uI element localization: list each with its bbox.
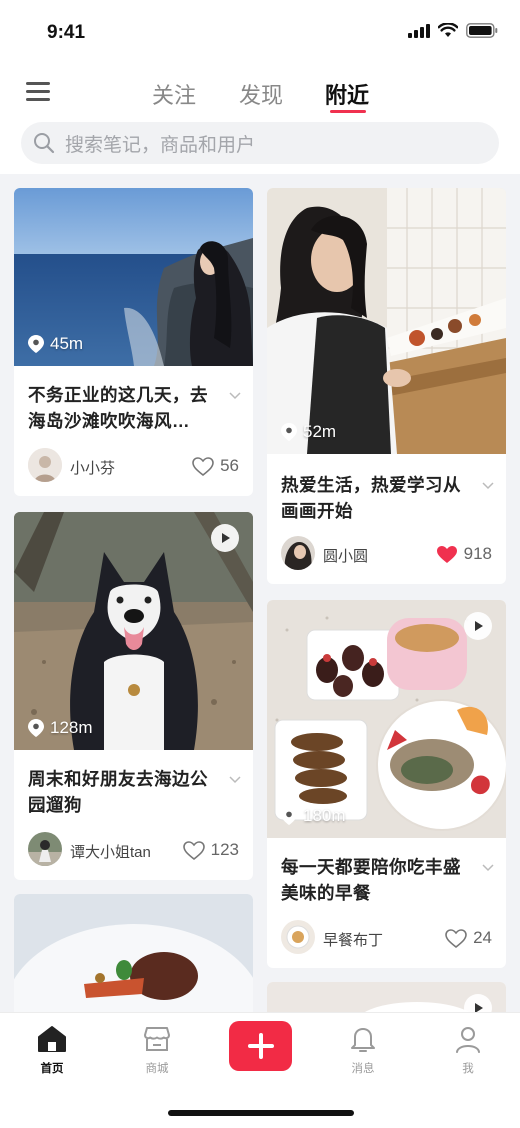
location-pin-icon [28, 335, 44, 353]
note-card[interactable]: 180m 每一天都要陪你吃丰盛美味的早餐 早餐布丁 24 [267, 600, 506, 968]
location-pin-icon [281, 807, 297, 825]
note-title[interactable]: 每一天都要陪你吃丰盛美味的早餐 [281, 854, 476, 906]
avatar[interactable] [28, 832, 62, 866]
like-count: 918 [463, 544, 492, 563]
like-count: 123 [210, 840, 239, 859]
steak-dish-photo [14, 894, 253, 1012]
chevron-down-icon[interactable] [229, 776, 241, 784]
wifi-icon [438, 23, 458, 37]
author-name[interactable]: 圆小圆 [323, 545, 368, 566]
signal-icon [408, 23, 430, 38]
painting-girl-photo [267, 188, 506, 454]
distance-text: 45m [50, 334, 84, 353]
home-indicator [168, 1110, 354, 1116]
tab-follow[interactable]: 关注 [152, 78, 196, 110]
avatar-image [28, 832, 62, 866]
bell-icon [351, 1028, 375, 1052]
tab-discover[interactable]: 发现 [239, 78, 283, 110]
like-count: 24 [473, 928, 492, 947]
tab-active-indicator [330, 110, 366, 113]
location-pin-icon [281, 423, 297, 441]
distance-text: 128m [50, 718, 93, 737]
note-card[interactable] [267, 982, 506, 1012]
video-play-button[interactable] [464, 612, 492, 640]
tab-home-label: 首页 [40, 1063, 64, 1075]
like-button[interactable]: 56 [192, 456, 239, 476]
create-post-button[interactable] [229, 1021, 292, 1071]
like-button[interactable]: 918 [436, 544, 492, 564]
distance-text: 180m [303, 806, 346, 825]
tab-messages-label: 消息 [351, 1063, 375, 1075]
note-card[interactable]: 128m 周末和好朋友去海边公园遛狗 谭大小姐tan 123 [14, 512, 253, 880]
play-icon [222, 533, 230, 543]
store-icon [144, 1027, 170, 1051]
like-count: 56 [220, 456, 239, 475]
heart-outline-icon [445, 928, 467, 948]
avatar-image [28, 448, 62, 482]
like-button[interactable]: 24 [445, 928, 492, 948]
note-title[interactable]: 周末和好朋友去海边公园遛狗 [28, 766, 223, 818]
tab-profile-label: 我 [462, 1063, 474, 1075]
distance-label: 180m [281, 806, 346, 826]
battery-icon [466, 23, 498, 38]
location-pin-icon [28, 719, 44, 737]
status-bar: 9:41 [0, 0, 520, 64]
top-nav: 关注 发现 附近 [0, 64, 520, 122]
note-image[interactable]: 45m [14, 188, 253, 366]
tab-store[interactable]: 商城 [122, 1025, 192, 1076]
heart-outline-icon [192, 456, 214, 476]
search-icon [34, 133, 55, 154]
heart-outline-icon [182, 840, 205, 860]
note-card[interactable] [14, 894, 253, 1012]
distance-label: 52m [281, 422, 336, 442]
avatar[interactable] [281, 536, 315, 570]
tab-home[interactable]: 首页 [17, 1025, 87, 1076]
play-icon [475, 621, 483, 631]
note-image[interactable] [14, 894, 253, 1012]
top-tabs: 关注 发现 附近 [0, 64, 520, 122]
plus-icon [247, 1033, 274, 1059]
status-icons [408, 23, 498, 38]
note-title[interactable]: 不务正业的这几天，去海岛沙滩吹吹海风… [28, 382, 223, 434]
search-placeholder: 搜索笔记，商品和用户 [65, 134, 256, 156]
chevron-down-icon[interactable] [482, 864, 494, 872]
status-time: 9:41 [47, 22, 86, 43]
profile-icon [456, 1027, 480, 1053]
tab-messages[interactable]: 消息 [328, 1025, 398, 1076]
home-icon [38, 1026, 66, 1052]
distance-text: 52m [303, 422, 337, 441]
heart-filled-icon [436, 545, 457, 563]
distance-label: 45m [28, 334, 83, 354]
note-image[interactable]: 180m [267, 600, 506, 838]
chevron-down-icon[interactable] [229, 392, 241, 400]
distance-label: 128m [28, 718, 93, 738]
author-name[interactable]: 小小芬 [70, 457, 115, 478]
avatar-image [281, 920, 315, 954]
note-title[interactable]: 热爱生活，热爱学习从画画开始 [281, 472, 476, 524]
tab-nearby[interactable]: 附近 [325, 78, 369, 110]
note-image[interactable]: 128m [14, 512, 253, 750]
play-icon [475, 1003, 483, 1012]
bottom-tab-bar: 首页 商城 消息 我 [0, 1012, 520, 1128]
nearby-feed[interactable]: 45m 不务正业的这几天，去海岛沙滩吹吹海风… 小小芬 56 52m 热爱生活，… [0, 174, 520, 1012]
tab-profile[interactable]: 我 [433, 1025, 503, 1076]
author-name[interactable]: 早餐布丁 [323, 929, 383, 950]
avatar-image [281, 536, 315, 570]
avatar[interactable] [28, 448, 62, 482]
note-card[interactable]: 52m 热爱生活，热爱学习从画画开始 圆小圆 918 [267, 188, 506, 584]
video-play-button[interactable] [211, 524, 239, 552]
author-name[interactable]: 谭大小姐tan [70, 841, 151, 862]
note-card[interactable]: 45m 不务正业的这几天，去海岛沙滩吹吹海风… 小小芬 56 [14, 188, 253, 496]
like-button[interactable]: 123 [182, 840, 239, 860]
note-image[interactable]: 52m [267, 188, 506, 454]
tab-store-label: 商城 [145, 1063, 169, 1075]
search-input[interactable]: 搜索笔记，商品和用户 [21, 122, 499, 164]
avatar[interactable] [281, 920, 315, 954]
chevron-down-icon[interactable] [482, 482, 494, 490]
